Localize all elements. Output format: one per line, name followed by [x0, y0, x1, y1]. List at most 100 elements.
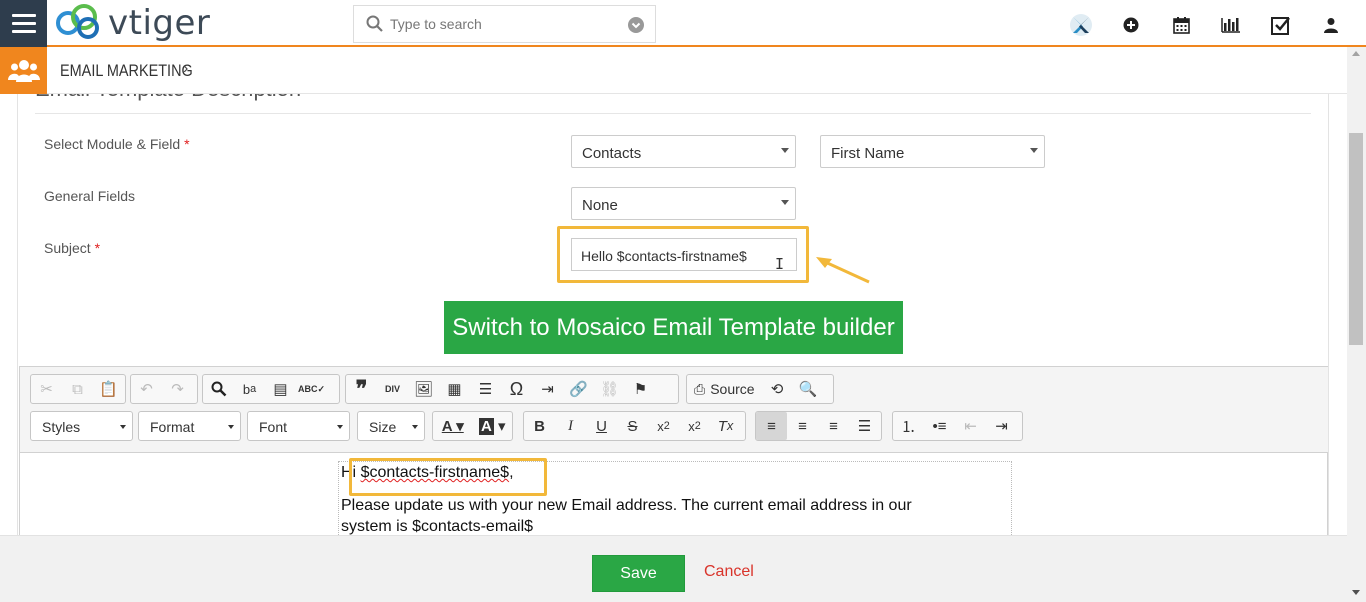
link-icon[interactable]: 🔗 — [563, 375, 594, 403]
module-select-value: Contacts — [582, 145, 642, 162]
undo-icon[interactable]: ↶ — [131, 375, 162, 403]
logo-text: vtiger — [108, 3, 211, 43]
italic-icon[interactable]: I — [555, 412, 586, 440]
app-logo[interactable]: vtiger — [54, 2, 210, 44]
insert-group: ❞ DIV 🖼 ▦ ☰ Ω ⇥ 🔗 ⛓ ⚑ — [345, 374, 679, 404]
styles-combo[interactable]: Styles — [30, 411, 133, 441]
subscript-icon[interactable]: x2 — [648, 412, 679, 440]
find-group: ba ▤ ABC✓ — [202, 374, 340, 404]
tasks-icon[interactable] — [1256, 12, 1306, 38]
dropdown-arrow-icon — [781, 148, 789, 153]
general-fields-select[interactable]: None — [571, 187, 796, 220]
align-center-icon[interactable]: ≡ — [787, 412, 818, 440]
module-select[interactable]: Contacts — [571, 135, 796, 168]
clipboard-group: ✂ ⧉ 📋 — [30, 374, 126, 404]
module-header: EMAIL MARKETING › — [0, 47, 1347, 94]
rich-text-editor: ✂ ⧉ 📋 ↶ ↷ ba ▤ ABC✓ ❞ DIV 🖼 ▦ ☰ Ω ⇥ 🔗 ⛓ … — [19, 366, 1328, 535]
scroll-up-icon[interactable] — [1352, 51, 1360, 56]
bold-icon[interactable]: B — [524, 412, 555, 440]
annotation-arrow-icon — [816, 257, 870, 284]
app-switcher-icon[interactable] — [1056, 12, 1106, 38]
special-char-icon[interactable]: Ω — [501, 375, 532, 403]
calendar-icon[interactable] — [1156, 12, 1206, 38]
align-right-icon[interactable]: ≡ — [818, 412, 849, 440]
greeting-highlight-box — [349, 458, 547, 496]
global-search[interactable] — [353, 5, 656, 43]
contacts-group-icon[interactable] — [0, 47, 47, 94]
list-group: ⒈ •≡ ⇤ ⇥ — [892, 411, 1023, 441]
scroll-down-icon[interactable] — [1352, 590, 1360, 595]
create-div-icon[interactable]: DIV — [377, 375, 408, 403]
spellcheck-icon[interactable]: ABC✓ — [296, 375, 327, 403]
select-all-icon[interactable]: ▤ — [265, 375, 296, 403]
form-footer: Save Cancel — [0, 535, 1347, 602]
outdent-icon[interactable]: ⇤ — [955, 412, 986, 440]
numbered-list-icon[interactable]: ⒈ — [893, 412, 924, 440]
chevron-down-icon[interactable] — [628, 17, 644, 33]
horizontal-line-icon[interactable]: ☰ — [470, 375, 501, 403]
cut-icon[interactable]: ✂ — [31, 375, 62, 403]
hamburger-menu-button[interactable] — [0, 0, 47, 47]
templates-icon[interactable]: ⟲ — [762, 375, 793, 403]
font-label: Font — [259, 419, 288, 435]
user-icon[interactable] — [1306, 12, 1356, 38]
general-fields-label: General Fields — [44, 188, 136, 204]
general-fields-value: None — [582, 197, 618, 214]
body-line: system is $contacts-email$ — [341, 518, 534, 535]
underline-icon[interactable]: U — [586, 412, 617, 440]
remove-format-icon[interactable]: Tx — [710, 412, 741, 440]
source-label: Source — [710, 381, 755, 397]
page-scrollbar[interactable] — [1347, 47, 1366, 602]
header-actions — [1056, 12, 1356, 38]
basic-styles-group: B I U S x2 x2 Tx — [523, 411, 746, 441]
add-icon[interactable] — [1106, 12, 1156, 38]
superscript-icon[interactable]: x2 — [679, 412, 710, 440]
vtiger-cloud-logo-icon — [56, 4, 99, 39]
bulleted-list-icon[interactable]: •≡ — [924, 412, 955, 440]
image-icon[interactable]: 🖼 — [408, 375, 439, 403]
paste-icon[interactable]: 📋 — [93, 375, 124, 403]
redo-icon[interactable]: ↷ — [162, 375, 193, 403]
table-icon[interactable]: ▦ — [439, 375, 470, 403]
field-select[interactable]: First Name — [820, 135, 1045, 168]
dropdown-arrow-icon — [1030, 148, 1038, 153]
search-input[interactable] — [390, 16, 610, 32]
save-button[interactable]: Save — [592, 555, 685, 592]
dropdown-arrow-icon — [781, 200, 789, 205]
text-cursor-icon: I — [775, 255, 785, 273]
module-title[interactable]: EMAIL MARKETING — [60, 61, 193, 81]
template-form: Email Template Description Select Module… — [17, 94, 1329, 535]
body-line: Please update us with your new Email add… — [341, 497, 912, 514]
indent-icon[interactable]: ⇥ — [986, 412, 1017, 440]
scroll-thumb[interactable] — [1349, 133, 1363, 345]
format-combo[interactable]: Format — [138, 411, 241, 441]
page-break-icon[interactable]: ⇥ — [532, 375, 563, 403]
blockquote-icon[interactable]: ❞ — [346, 375, 377, 403]
cancel-link[interactable]: Cancel — [704, 563, 754, 581]
font-combo[interactable]: Font — [247, 411, 350, 441]
switch-to-mosaico-button[interactable]: Switch to Mosaico Email Template builder — [444, 301, 903, 354]
anchor-flag-icon[interactable]: ⚑ — [625, 375, 656, 403]
top-header: vtiger — [0, 0, 1366, 47]
document-group: ⎙ Source ⟲ 🔍 — [686, 374, 834, 404]
alignment-group: ≡ ≡ ≡ ☰ — [755, 411, 882, 441]
strikethrough-icon[interactable]: S — [617, 412, 648, 440]
unlink-icon[interactable]: ⛓ — [594, 375, 625, 403]
align-justify-icon[interactable]: ☰ — [849, 412, 880, 440]
color-group: A ▾ A ▾ — [432, 411, 513, 441]
search-icon — [366, 15, 383, 32]
align-left-icon[interactable]: ≡ — [756, 412, 787, 440]
editor-body[interactable]: Hi $contacts-firstname$, Please update u… — [20, 453, 1327, 535]
replace-icon[interactable]: ba — [234, 375, 265, 403]
copy-icon[interactable]: ⧉ — [62, 375, 93, 403]
subject-input[interactable]: Hello $contacts-firstname$ — [571, 238, 797, 271]
find-icon[interactable] — [203, 375, 234, 403]
required-marker: * — [184, 136, 190, 152]
preview-icon[interactable]: 🔍 — [793, 375, 824, 403]
bg-color-icon[interactable]: A ▾ — [473, 412, 513, 440]
size-combo[interactable]: Size — [357, 411, 425, 441]
section-title: Email Template Description — [35, 94, 301, 102]
reports-icon[interactable] — [1206, 12, 1256, 38]
text-color-icon[interactable]: A ▾ — [433, 412, 473, 440]
source-button[interactable]: ⎙ Source — [687, 375, 762, 403]
